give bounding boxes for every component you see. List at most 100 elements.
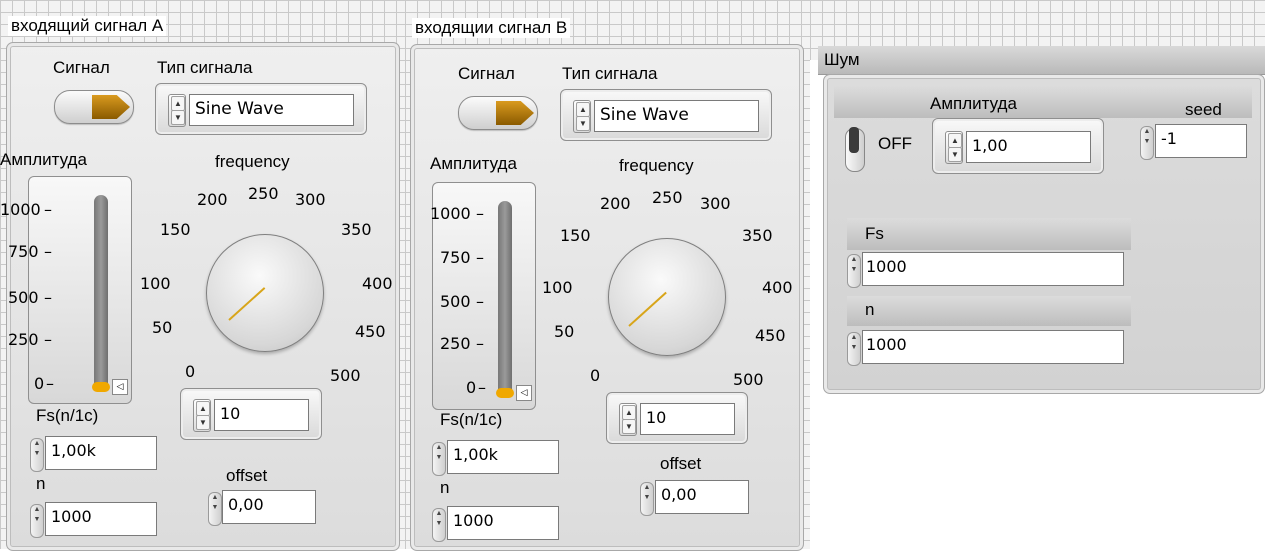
decrement-arrow-icon[interactable]: ▼ [576,116,590,131]
panel-a-title: входящий сигнал A [8,16,167,36]
panel-a-freq-tick-0: 0 [185,362,196,381]
increment-arrow-icon[interactable]: ▲ [171,96,185,111]
decrement-arrow-icon[interactable]: ▼ [171,110,185,125]
noise-panel-header: Шум [818,46,1265,75]
panel-a-frequency-incdec[interactable]: ▲ ▼ [193,399,211,432]
noise-seed-label: seed [1185,100,1222,119]
panel-b-frequency-label: frequency [619,156,694,175]
increment-arrow-icon[interactable]: ▲ [622,405,636,420]
panel-a-freq-tick-100: 100 [140,274,171,293]
panel-a-frequency-value[interactable]: 10 [214,399,309,431]
panel-b-amplitude-label: Амплитуда [430,154,517,173]
noise-fs-value[interactable]: 1000 [862,252,1124,286]
panel-a-fs-value[interactable]: 1,00k [45,436,157,470]
panel-a-amp-dash: – [46,374,54,393]
panel-b-fs-label: Fs(n/1c) [440,410,503,429]
noise-fs-header: Fs [847,218,1131,250]
panel-b-offset-incdec-icon[interactable]: ▲ ▼ [640,482,654,516]
panel-b-frequency-knob-pointer-icon [628,291,667,327]
panel-a-signal-type-label: Тип сигнала [157,58,253,77]
panel-b-frequency-value[interactable]: 10 [640,403,735,435]
panel-a-freq-tick-50: 50 [152,318,173,337]
panel-a-signal-type-incdec[interactable]: ▲ ▼ [168,94,186,127]
noise-n-value[interactable]: 1000 [862,330,1124,364]
panel-a-signal-type-ring[interactable]: ▲ ▼ Sine Wave [155,83,367,135]
panel-b-amplitude-pointer-icon[interactable]: ◁ [516,385,532,401]
noise-amplitude-incdec[interactable]: ▲ ▼ [945,131,963,164]
panel-a-fs-incdec-icon[interactable]: ▲ ▼ [30,438,44,472]
panel-b-freq-tick-150: 150 [560,226,591,245]
panel-b-freq-tick-300: 300 [700,194,731,213]
increment-arrow-icon[interactable]: ▲ [576,102,590,117]
panel-a-signal-toggle-knob-icon [92,95,130,119]
panel-a-freq-tick-250: 250 [248,184,279,203]
panel-b-amp-tick-750: 750 [440,248,471,267]
panel-a-freq-tick-300: 300 [295,190,326,209]
noise-amplitude-label: Амплитуда [930,94,1017,113]
panel-a-frequency-knob-pointer-icon [228,287,266,321]
panel-a-freq-tick-150: 150 [160,220,191,239]
panel-a-offset-label: offset [226,466,268,485]
panel-b-amplitude-fill [496,388,514,398]
panel-b-frequency-knob[interactable] [608,238,726,356]
panel-a-freq-tick-400: 400 [362,274,393,293]
panel-a-amp-tick-250: 250 [8,330,39,349]
decrement-arrow-icon[interactable]: ▼ [622,419,636,434]
panel-b-amp-tick-250: 250 [440,334,471,353]
panel-a-amp-dash: – [44,242,52,261]
panel-a-frequency-label: frequency [215,152,290,171]
panel-a-frequency-numeric[interactable]: ▲ ▼ 10 [180,388,322,440]
panel-a-offset-incdec-icon[interactable]: ▲ ▼ [208,492,222,526]
noise-amplitude-numeric[interactable]: ▲ ▼ 1,00 [932,118,1104,174]
noise-amplitude-value[interactable]: 1,00 [966,131,1091,163]
noise-fs-incdec-icon[interactable]: ▲ ▼ [847,254,861,288]
panel-a-amp-tick-750: 750 [8,242,39,261]
increment-arrow-icon[interactable]: ▲ [948,133,962,148]
panel-b-frequency-numeric[interactable]: ▲ ▼ 10 [606,392,748,444]
panel-b-freq-tick-400: 400 [762,278,793,297]
panel-a-amplitude-track[interactable] [94,195,108,391]
panel-b-amp-tick-500: 500 [440,292,471,311]
panel-a-amp-dash: – [44,288,52,307]
noise-switch[interactable] [845,127,865,172]
panel-b-signal-type-incdec[interactable]: ▲ ▼ [573,100,591,133]
panel-b-frequency-incdec[interactable]: ▲ ▼ [619,403,637,436]
noise-switch-label: OFF [878,134,912,153]
panel-b-n-incdec-icon[interactable]: ▲ ▼ [432,508,446,542]
panel-b-freq-tick-500: 500 [733,370,764,389]
panel-b-signal-type-ring[interactable]: ▲ ▼ Sine Wave [560,89,772,141]
panel-b-n-value[interactable]: 1000 [447,506,559,540]
panel-b-signal-toggle-knob-icon [496,101,534,125]
noise-seed-incdec-icon[interactable]: ▲ ▼ [1140,126,1154,160]
noise-switch-lever-icon [849,127,859,153]
panel-a-n-value[interactable]: 1000 [45,502,157,536]
panel-b-signal-type-value[interactable]: Sine Wave [594,100,759,132]
panel-b-amp-tick-0: 0 [466,378,477,397]
panel-a-n-incdec-icon[interactable]: ▲ ▼ [30,504,44,538]
noise-n-incdec-icon[interactable]: ▲ ▼ [847,332,861,366]
panel-b-offset-value[interactable]: 0,00 [655,480,749,514]
panel-a-frequency-knob[interactable] [206,234,324,352]
panel-b-signal-label: Сигнал [458,64,515,83]
increment-arrow-icon[interactable]: ▲ [196,401,210,416]
panel-a-amp-tick-1000: 1000 [0,200,41,219]
panel-b-fs-value[interactable]: 1,00k [447,440,559,474]
panel-a-fs-label: Fs(n/1c) [36,406,99,425]
decrement-arrow-icon[interactable]: ▼ [948,147,962,162]
panel-b-amp-dash: – [476,204,484,223]
panel-a-amplitude-pointer-icon[interactable]: ◁ [112,379,128,395]
panel-a-freq-tick-200: 200 [197,190,228,209]
panel-a-offset-value[interactable]: 0,00 [222,490,316,524]
panel-a-signal-type-value[interactable]: Sine Wave [189,94,354,126]
panel-b-amplitude-track[interactable] [498,201,512,397]
noise-panel-title: Шум [824,50,860,69]
panel-b-signal-toggle[interactable] [458,96,538,130]
panel-a-amp-tick-0: 0 [34,374,45,393]
panel-b-freq-tick-0: 0 [590,366,601,385]
noise-seed-value[interactable]: -1 [1155,124,1247,158]
panel-b-fs-incdec-icon[interactable]: ▲ ▼ [432,442,446,476]
panel-a-signal-toggle[interactable] [54,90,134,124]
panel-a-amp-tick-500: 500 [8,288,39,307]
decrement-arrow-icon[interactable]: ▼ [196,415,210,430]
panel-b-freq-tick-100: 100 [542,278,573,297]
